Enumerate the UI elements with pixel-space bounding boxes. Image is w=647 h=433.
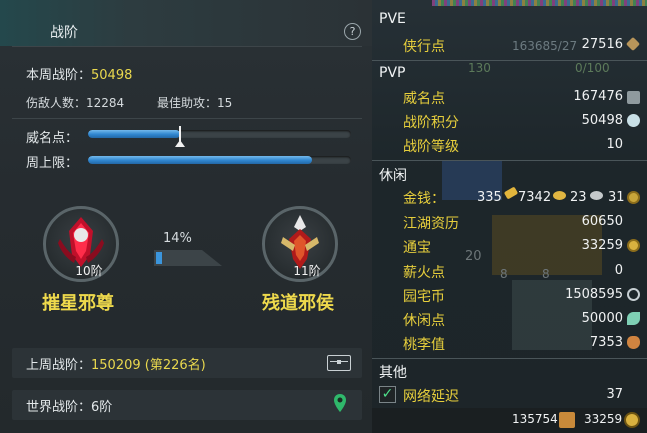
last-week-label: 上周战阶： xyxy=(26,358,92,373)
world-rank-label: 世界战阶： xyxy=(26,400,92,415)
divider xyxy=(372,60,647,61)
next-rank-level: 11阶 xyxy=(293,264,321,278)
sword-icon xyxy=(625,36,641,52)
leisure-row-label: 园宅币 xyxy=(403,289,445,305)
character-icon xyxy=(559,412,575,428)
next-rank-name: 残道邪侯 xyxy=(262,293,334,314)
rank-progress-bar xyxy=(154,246,224,268)
latency-label: 网络延迟 xyxy=(403,389,459,405)
damage-label: 伤敌人数： xyxy=(26,96,87,110)
divider xyxy=(12,46,362,47)
rank-progress-percent: 14% xyxy=(163,231,192,246)
gold-bar-icon xyxy=(503,186,519,200)
fame-label: 威名点： xyxy=(26,131,79,146)
currency-panel: 163685/27 130 0/100 20 8 8 PVE 侠行点 27516… xyxy=(372,0,647,433)
leisure-row-label: 薪火点 xyxy=(403,265,445,281)
background-text: 163685/27 xyxy=(512,39,578,53)
footer-bar: 135754 33259 xyxy=(372,408,647,433)
leisure-row-value: 1508595 xyxy=(565,287,623,302)
pve-row-value: 27516 xyxy=(581,37,623,52)
leisure-row-label: 通宝 xyxy=(403,240,431,256)
weekly-rank-label: 本周战阶： xyxy=(26,68,92,83)
garden-coin-icon xyxy=(627,288,640,301)
money-gold: 7342 xyxy=(518,190,552,205)
leaf-icon xyxy=(627,312,640,325)
pve-row-label: 侠行点 xyxy=(403,39,445,55)
background-text: 20 xyxy=(465,249,482,264)
cap-label: 周上限： xyxy=(26,156,79,171)
assist-value: 15 xyxy=(217,96,233,110)
latency-value: 37 xyxy=(606,387,623,402)
fame-marker-arrow-icon xyxy=(175,140,185,147)
latency-checkbox[interactable]: ✓ xyxy=(379,386,396,403)
other-section-title: 其他 xyxy=(379,365,407,381)
cap-progress-bar xyxy=(88,156,351,164)
assist-row: 最佳助攻：15 xyxy=(157,94,232,111)
background-scene xyxy=(432,0,647,6)
peach-icon xyxy=(627,336,640,349)
leisure-row-value: 50000 xyxy=(581,311,623,326)
panel-header: 战阶 ? xyxy=(0,0,372,46)
leisure-row-label: 江湖资历 xyxy=(403,216,459,232)
leisure-row-value: 0 xyxy=(614,263,623,278)
last-week-text: 上周战阶：150209 (第226名) xyxy=(26,354,206,373)
money-label: 金钱： xyxy=(403,191,445,207)
money-gold-bars: 335 xyxy=(477,190,502,205)
battle-rank-panel: 战阶 ? 本周战阶：50498 伤敌人数：12284 最佳助攻：15 威名点： … xyxy=(0,0,372,433)
leisure-row-label: 桃李值 xyxy=(403,337,445,353)
money-silver: 23 xyxy=(570,190,587,205)
tongbao-coin-icon xyxy=(627,239,640,252)
footer-value-2: 33259 xyxy=(584,412,623,426)
footer-value-1: 135754 xyxy=(512,412,558,426)
leisure-row-label: 休闲点 xyxy=(403,313,445,329)
pvp-level-label: 战阶等级 xyxy=(403,139,459,155)
pvp-score-label: 战阶积分 xyxy=(403,115,459,131)
divider xyxy=(12,118,362,119)
help-icon[interactable]: ? xyxy=(344,23,361,40)
current-rank-level: 10阶 xyxy=(75,264,103,278)
pvp-section-title: PVP xyxy=(379,65,406,81)
background-text: 8 xyxy=(542,267,550,281)
leisure-section-title: 休闲 xyxy=(379,168,407,184)
pvp-fame-label: 威名点 xyxy=(403,91,445,107)
last-week-value: 150209 (第226名) xyxy=(91,358,206,373)
location-pin-icon[interactable] xyxy=(333,393,347,417)
pve-section-title: PVE xyxy=(379,11,406,27)
background-text: 8 xyxy=(500,267,508,281)
current-rank-name: 摧星邪尊 xyxy=(42,293,114,314)
tongbao-coin-icon xyxy=(624,412,640,428)
fame-progress-fill xyxy=(88,130,181,138)
pvp-fame-value: 167476 xyxy=(573,89,623,104)
trophy-icon xyxy=(627,114,640,127)
fame-icon xyxy=(627,91,640,104)
damage-row: 伤敌人数：12284 xyxy=(26,94,124,111)
chest-icon[interactable] xyxy=(327,355,351,371)
leisure-row-value: 60650 xyxy=(581,214,623,229)
silver-ingot-icon xyxy=(590,191,603,200)
assist-label: 最佳助攻： xyxy=(157,96,218,110)
weekly-rank-row: 本周战阶：50498 xyxy=(26,64,132,83)
world-rank-value: 6阶 xyxy=(91,400,113,415)
pvp-score-value: 50498 xyxy=(581,113,623,128)
damage-value: 12284 xyxy=(86,96,125,110)
divider xyxy=(372,358,647,359)
copper-coin-icon xyxy=(627,191,640,204)
weekly-rank-value: 50498 xyxy=(91,68,133,83)
background-text: 130 xyxy=(468,61,491,75)
divider xyxy=(372,160,647,161)
background-text: 0/100 xyxy=(575,61,610,75)
cap-progress-fill xyxy=(88,156,312,164)
leisure-row-value: 33259 xyxy=(581,238,623,253)
leisure-row-value: 7353 xyxy=(589,335,623,350)
gold-ingot-icon xyxy=(553,191,566,200)
panel-title: 战阶 xyxy=(50,25,78,41)
fame-progress-bar xyxy=(88,130,351,138)
world-rank-text: 世界战阶：6阶 xyxy=(26,396,112,415)
pvp-level-value: 10 xyxy=(606,137,623,152)
money-copper: 31 xyxy=(608,190,625,205)
